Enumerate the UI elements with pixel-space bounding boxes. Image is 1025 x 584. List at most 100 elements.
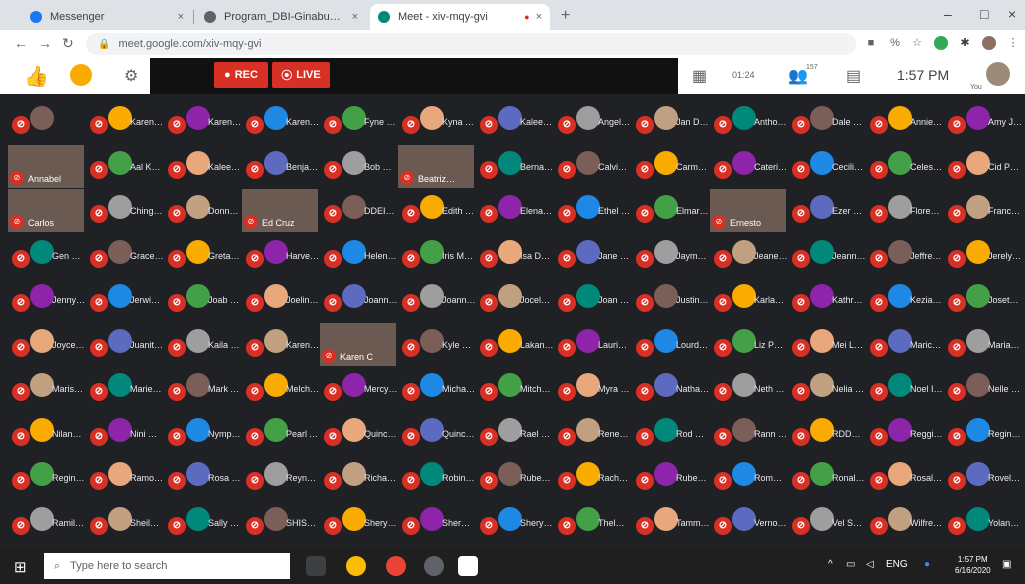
translate-icon[interactable]: % [888, 36, 902, 50]
participant-tile[interactable]: ⊘ Lakan… [476, 323, 554, 363]
participant-tile[interactable]: ⊘ Regina… [944, 412, 1022, 452]
participant-tile[interactable]: ⊘ Jeanne… [788, 234, 866, 274]
participant-tile[interactable]: ⊘ Lourdes… [632, 323, 710, 363]
participant-tile[interactable]: ⊘ Bernadi… [476, 145, 554, 185]
participant-tile[interactable]: ⊘ Nelle M… [944, 367, 1022, 407]
close-icon[interactable]: × [536, 11, 542, 23]
participant-tile[interactable]: ⊘ Calvin r… [554, 145, 632, 185]
participant-tile[interactable]: ⊘ Sheryll… [476, 501, 554, 541]
app-icon[interactable] [424, 556, 444, 576]
windows-start-icon[interactable]: ⊞ [14, 558, 27, 576]
participant-tile[interactable]: ⊘ Rod Du… [632, 412, 710, 452]
participant-tile[interactable]: ⊘ Thelma… [554, 501, 632, 541]
participant-tile[interactable]: ⊘ Greta Ga… [164, 234, 242, 274]
participant-tile[interactable]: ⊘ Ezer Lnl… [788, 189, 866, 229]
participant-tile[interactable]: ⊘ Ramon… [86, 456, 164, 496]
participant-tile[interactable]: ⊘ Kathryn l… [788, 278, 866, 318]
participant-tile[interactable]: ⊘ Gen Bri… [8, 234, 86, 274]
participant-tile[interactable]: ⊘ Renee C… [554, 412, 632, 452]
participant-tile[interactable]: ⊘ Nymphai… [164, 412, 242, 452]
tray-lang[interactable]: ENG [886, 559, 908, 570]
participant-tile[interactable]: ⊘ Nini Ma… [86, 412, 164, 452]
participant-tile[interactable]: ⊘ Jeaneth… [710, 234, 788, 274]
puzzle-icon[interactable]: ✱ [958, 36, 972, 50]
participant-tile[interactable]: ⊘ Jan Du… [632, 100, 710, 140]
participant-tile[interactable]: ⊘ Sherwin… [398, 501, 476, 541]
reload-icon[interactable]: ↻ [62, 35, 74, 52]
back-arrow-icon[interactable]: ← [14, 35, 28, 51]
participant-tile[interactable]: ⊘ Reynald… [242, 456, 320, 496]
participant-tile[interactable]: ⊘ Nilan… [8, 412, 82, 452]
participant-tile[interactable]: ⊘ Neth Ro… [710, 367, 788, 407]
self-avatar[interactable] [986, 62, 1010, 86]
participant-tile[interactable]: ⊘ Dale Pa… [788, 100, 866, 140]
thumbs-up-icon[interactable]: 👍 [24, 64, 49, 89]
participant-tile[interactable]: ⊘ Quinci… [398, 412, 476, 452]
participant-tile[interactable]: ⊘ Robin Di… [398, 456, 476, 496]
participant-tile[interactable]: ⊘ Ethel Phi… [554, 189, 632, 229]
participant-tile[interactable]: ⊘ Ramilyn… [8, 501, 86, 541]
participant-tile[interactable]: ⊘ Helene… [320, 234, 398, 274]
participant-tile[interactable]: ⊘ Annie to… [866, 100, 944, 140]
participant-tile[interactable]: ⊘ Joeline… [242, 278, 320, 318]
notification-icon[interactable]: ▣ [1002, 559, 1011, 570]
participant-video-tile[interactable]: ⊘ Annabel [8, 145, 84, 188]
participant-tile[interactable]: ⊘ SHISEL… [242, 501, 320, 541]
participant-tile[interactable]: ⊘ Karen P… [242, 100, 320, 140]
participant-tile[interactable]: ⊘ Sheila T… [86, 501, 164, 541]
participant-tile[interactable]: ⊘ Laurie F… [554, 323, 632, 363]
participant-tile[interactable]: ⊘ Rommel… [710, 456, 788, 496]
task-view-icon[interactable] [306, 556, 326, 576]
participant-tile[interactable]: ⊘ Cid Perez [944, 145, 1022, 185]
participant-tile[interactable]: ⊘ Carmela… [632, 145, 710, 185]
participant-tile[interactable]: ⊘ Rubens… [476, 456, 554, 496]
participant-tile[interactable]: ⊘ Joanne… [398, 278, 476, 318]
participant-tile[interactable]: ⊘ Joan mi… [554, 278, 632, 318]
participant-tile[interactable]: ⊘ Pearl An… [242, 412, 320, 452]
tray-chevron-icon[interactable]: ^ [828, 559, 833, 570]
participant-video-tile[interactable]: ⊘ Carlos [8, 189, 84, 232]
participant-tile[interactable]: ⊘ Wilfredo… [866, 501, 944, 541]
participant-tile[interactable]: ⊘ Joseta R… [944, 278, 1022, 318]
participant-tile[interactable]: ⊘ Melchor… [242, 367, 320, 407]
participant-tile[interactable]: ⊘ Amy J… [944, 100, 1022, 140]
participant-tile[interactable]: ⊘ Kyle Ma… [398, 323, 476, 363]
participant-tile[interactable]: ⊘ Ruben R… [632, 456, 710, 496]
participant-tile[interactable]: ⊘ Anthony… [710, 100, 788, 140]
network-icon[interactable]: ▭ [846, 559, 855, 570]
participant-tile[interactable]: ⊘ Fyne Sa… [320, 100, 398, 140]
participant-tile[interactable]: ⊘ Bob DA… [320, 145, 398, 185]
volume-icon[interactable]: ◁ [866, 559, 874, 570]
chrome-icon[interactable] [346, 556, 366, 576]
participant-tile[interactable]: ⊘ Jenny Z… [8, 278, 86, 318]
participant-tile[interactable]: ⊘ Reggie… [866, 412, 944, 452]
minimize-button[interactable]: – [944, 6, 952, 22]
extension-icon[interactable] [934, 36, 948, 50]
participant-tile[interactable]: ⊘ Jerelyn… [944, 234, 1022, 274]
participant-tile[interactable]: ⊘ Kaleen… [476, 100, 554, 140]
close-icon[interactable]: × [178, 11, 184, 23]
participant-tile[interactable]: ⊘ Francis… [944, 189, 1022, 229]
close-icon[interactable]: × [352, 11, 358, 23]
participant-tile[interactable]: ⊘ Edith Ga… [398, 189, 476, 229]
participant-tile[interactable]: ⊘ Tammy… [632, 501, 710, 541]
participant-tile[interactable]: ⊘ Harvey l… [242, 234, 320, 274]
participant-tile[interactable]: ⊘ Karlan… [710, 278, 788, 318]
participant-tile[interactable]: ⊘ Liz Pat… [710, 323, 788, 363]
participant-tile[interactable]: ⊘ Elena M… [476, 189, 554, 229]
participant-tile[interactable]: ⊘ Florence… [866, 189, 944, 229]
grid-layout-icon[interactable]: ▦ [692, 66, 707, 86]
participant-tile[interactable]: ⊘ Vernon… [710, 501, 788, 541]
participant-tile[interactable]: ⊘ Marichel… [866, 323, 944, 363]
participant-tile[interactable]: ⊘ Rosalie… [866, 456, 944, 496]
rec-button[interactable]: ● REC [214, 62, 268, 88]
participant-tile[interactable]: ⊘ Rosa F… [164, 456, 242, 496]
participant-tile[interactable]: ⊘ Jerwin… [86, 278, 164, 318]
taskbar-search[interactable]: ⌕ Type here to search [44, 553, 290, 579]
participant-tile[interactable]: ⊘ Joyce A… [8, 323, 86, 363]
participant-tile[interactable]: ⊘ Ronaldo… [788, 456, 866, 496]
participant-tile[interactable]: ⊘ Joanna ra… [320, 278, 398, 318]
participant-tile[interactable]: ⊘ Regine… [8, 456, 86, 496]
participant-tile[interactable]: ⊘ Joab D… [164, 278, 242, 318]
menu-dots-icon[interactable]: ⋮ [1006, 36, 1020, 50]
